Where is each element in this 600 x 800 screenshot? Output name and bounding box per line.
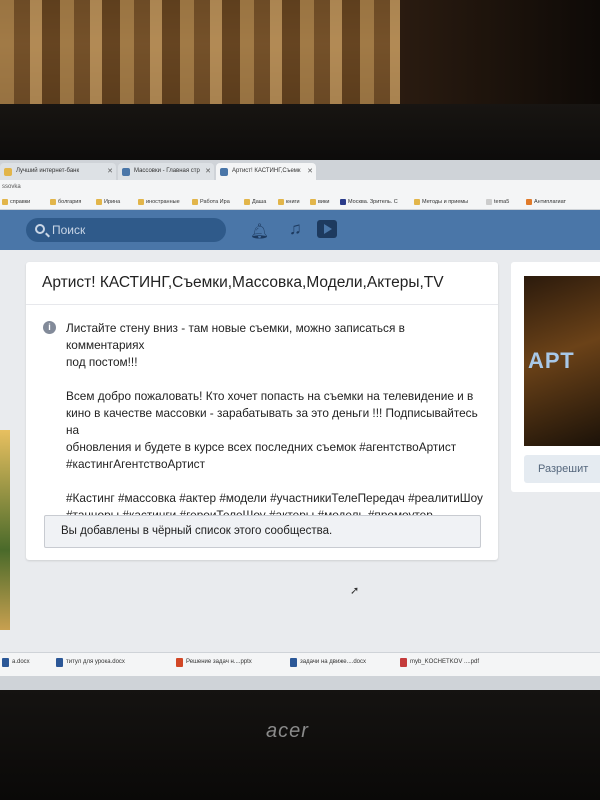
download-item[interactable]: myb_KOCHETKOV ....pdf (400, 658, 479, 667)
vk-header: Поиск 🔔︎ ♫ (0, 210, 600, 250)
left-edge-banner (0, 430, 10, 630)
community-info-card: Артист! КАСТИНГ,Съемки,Массовка,Модели,А… (26, 262, 498, 560)
folder-icon (96, 199, 102, 205)
bookmark-item[interactable]: вики (310, 199, 329, 205)
laptop-bezel-bottom (0, 690, 600, 800)
laptop-bezel-top (0, 104, 600, 164)
background-wall (0, 0, 600, 110)
bookmark-item[interactable]: Москва. Зритель. С (340, 199, 398, 205)
description-paragraph: Листайте стену вниз - там новые съемки, … (66, 321, 405, 369)
folder-icon (278, 199, 284, 205)
blacklist-notice: Вы добавлены в чёрный список этого сообщ… (44, 515, 481, 548)
folder-icon (310, 199, 316, 205)
folder-icon (414, 199, 420, 205)
address-bar[interactable]: ssovka (0, 180, 600, 196)
search-icon (35, 224, 45, 234)
folder-icon (192, 199, 198, 205)
antiplagiat-icon (526, 199, 532, 205)
search-placeholder: Поиск (52, 223, 86, 237)
taskbar (0, 676, 600, 690)
metro-icon (340, 199, 346, 205)
brand-logo: acer (266, 720, 309, 742)
vk-favicon-icon (220, 168, 228, 176)
browser-tab-artist[interactable]: Артист! КАСТИНГ,Съемк ✕ (216, 163, 316, 180)
divider (26, 304, 498, 305)
bookmark-item[interactable]: Методы и приемы (414, 199, 468, 205)
laptop-screen: Лучший интернет-банк ✕ Массовки - Главна… (0, 160, 600, 690)
vk-favicon-icon (122, 168, 130, 176)
browser-tab-massovki[interactable]: Массовки - Главная стр ✕ (118, 163, 214, 180)
bookmark-item[interactable]: tema5 (486, 199, 509, 205)
pdf-file-icon (400, 658, 407, 667)
browser-tab-strip: Лучший интернет-банк ✕ Массовки - Главна… (0, 160, 600, 180)
community-cover-card: АРТ Разрешит (511, 262, 600, 492)
downloads-bar: a.docx титул для урока.docx Решение зада… (0, 652, 600, 676)
mouse-cursor-icon: ➚ (350, 585, 360, 597)
community-avatar[interactable]: АРТ (524, 276, 600, 446)
powerpoint-file-icon (176, 658, 183, 667)
info-icon: i (43, 321, 56, 334)
folder-icon (2, 199, 8, 205)
word-file-icon (56, 658, 63, 667)
folder-icon (138, 199, 144, 205)
page-title: Артист! КАСТИНГ,Съемки,Массовка,Модели,А… (42, 274, 444, 291)
download-item[interactable]: a.docx (2, 658, 30, 667)
avatar-logo-text: АРТ (528, 348, 575, 373)
address-text: ssovka (2, 184, 21, 190)
word-file-icon (290, 658, 297, 667)
video-play-icon[interactable] (317, 220, 337, 238)
search-input[interactable]: Поиск (26, 218, 226, 242)
folder-icon (50, 199, 56, 205)
allow-messages-button[interactable]: Разрешит (524, 455, 600, 483)
bookmark-item[interactable]: Даша (244, 199, 266, 205)
bookmark-item[interactable]: книги (278, 199, 300, 205)
download-item[interactable]: Решение задач н....pptx (176, 658, 252, 667)
tab-label: Лучший интернет-банк (16, 168, 80, 174)
bank-favicon-icon (4, 168, 12, 176)
bookmark-item[interactable]: болгария (50, 199, 81, 205)
bookmark-item[interactable]: справки (2, 199, 30, 205)
page-icon (486, 199, 492, 205)
close-icon[interactable]: ✕ (205, 167, 211, 175)
community-description: Листайте стену вниз - там новые съемки, … (66, 320, 486, 541)
download-item[interactable]: титул для урока.docx (56, 658, 125, 667)
browser-tab-bank[interactable]: Лучший интернет-банк ✕ (0, 163, 116, 180)
description-paragraph: Всем добро пожаловать! Кто хочет попасть… (66, 389, 478, 471)
background-shadow (400, 0, 600, 110)
close-icon[interactable]: ✕ (307, 167, 313, 175)
bookmark-item[interactable]: иностранные (138, 199, 180, 205)
wallpaper-pattern (0, 0, 420, 110)
music-note-icon[interactable]: ♫ (289, 219, 302, 239)
folder-icon (244, 199, 250, 205)
tab-label: Массовки - Главная стр (134, 168, 200, 174)
bookmark-item[interactable]: Ирина (96, 199, 120, 205)
tab-label: Артист! КАСТИНГ,Съемк (232, 168, 301, 174)
word-file-icon (2, 658, 9, 667)
bookmark-item[interactable]: Работа Ира (192, 199, 230, 205)
bookmarks-bar: справки болгария Ирина иностранные Работ… (0, 196, 600, 210)
download-item[interactable]: задачи на движе....docx (290, 658, 366, 667)
bookmark-item[interactable]: Антиплагиат (526, 199, 566, 205)
close-icon[interactable]: ✕ (107, 167, 113, 175)
bell-icon[interactable]: 🔔︎ (250, 222, 269, 240)
